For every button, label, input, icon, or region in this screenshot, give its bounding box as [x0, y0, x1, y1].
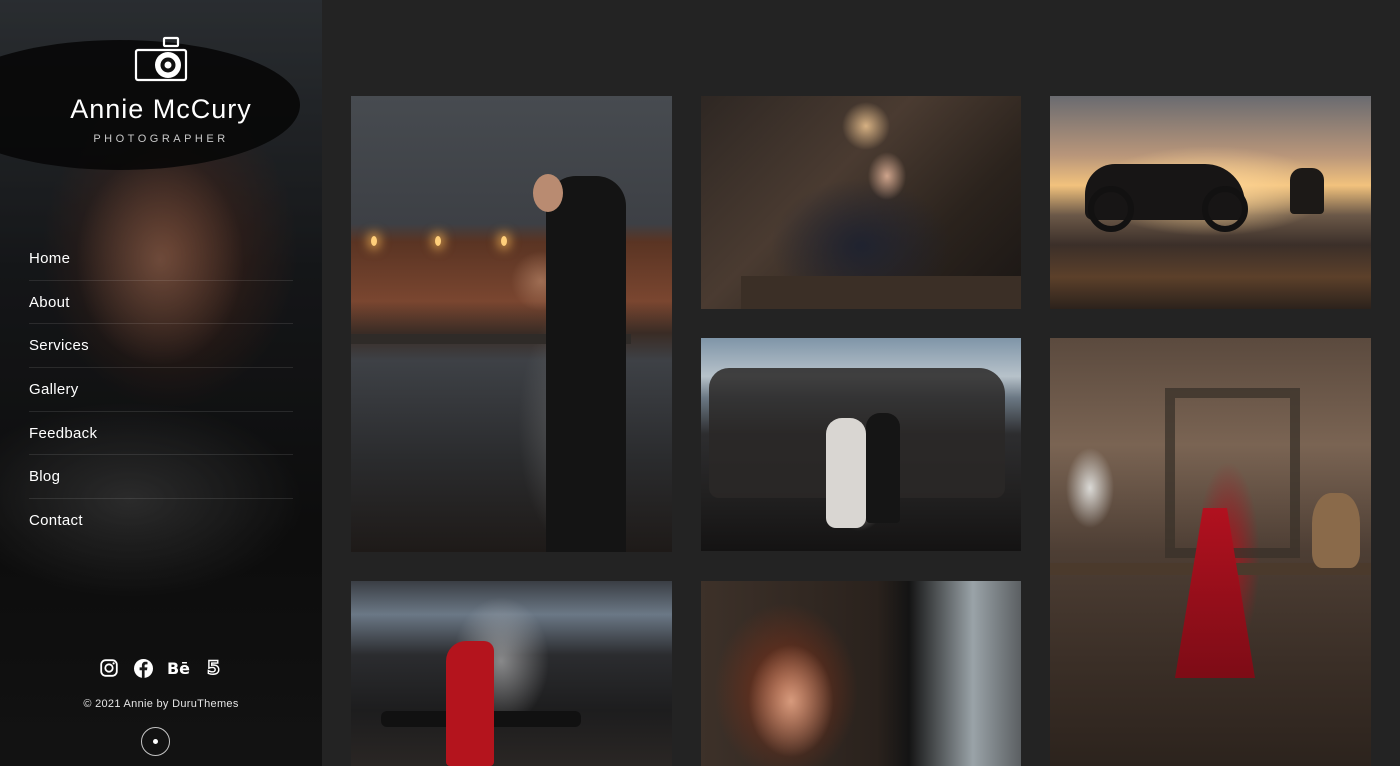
camera-icon[interactable]: [134, 36, 188, 82]
gallery-photo-redhead-portrait[interactable]: [701, 581, 1021, 766]
nav-item-about[interactable]: About: [29, 281, 293, 325]
nav-item-services[interactable]: Services: [29, 324, 293, 369]
instagram-icon[interactable]: [99, 658, 119, 678]
scroll-indicator[interactable]: [141, 727, 170, 756]
gallery-photo-gym[interactable]: [351, 581, 672, 766]
social-links: Bē 5: [0, 656, 322, 680]
500px-icon[interactable]: 5: [204, 656, 224, 679]
nav-item-feedback[interactable]: Feedback: [29, 412, 293, 456]
gallery-photo-woman-table[interactable]: [701, 96, 1021, 309]
gallery-photo-motorcycle-sunset[interactable]: [1050, 96, 1371, 309]
nav-item-blog[interactable]: Blog: [29, 455, 293, 500]
sidebar: Annie McCury PHOTOGRAPHER Home About Ser…: [0, 0, 322, 766]
gallery-photo-couple-kitchen[interactable]: [351, 96, 672, 552]
main-nav: Home About Services Gallery Feedback Blo…: [29, 237, 293, 543]
nav-item-contact[interactable]: Contact: [29, 499, 293, 543]
copyright-text: © 2021 Annie by DuruThemes: [83, 698, 239, 710]
brand-name[interactable]: Annie McCury: [0, 94, 322, 125]
brand-subtitle: PHOTOGRAPHER: [93, 133, 229, 145]
facebook-icon[interactable]: [134, 658, 154, 678]
nav-item-home[interactable]: Home: [29, 237, 293, 281]
nav-item-gallery[interactable]: Gallery: [29, 368, 293, 412]
behance-icon[interactable]: Bē: [167, 658, 190, 678]
gallery-photo-wedding-car[interactable]: [701, 338, 1021, 551]
gallery-photo-red-dress[interactable]: [1050, 338, 1371, 766]
